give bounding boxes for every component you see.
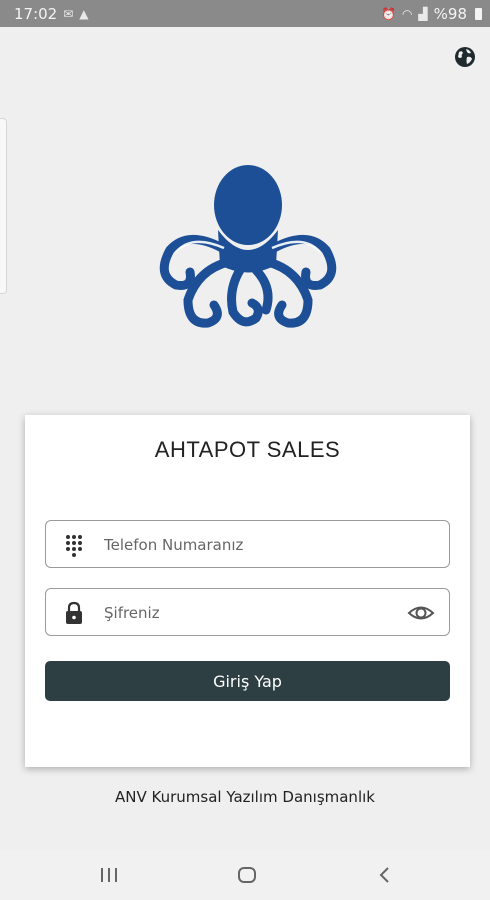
signal-icon: ▟ — [418, 6, 428, 21]
login-button[interactable]: Giriş Yap — [45, 661, 450, 701]
app-title: AHTAPOT SALES — [154, 437, 341, 462]
alarm-icon: ⏰ — [380, 6, 396, 21]
language-button[interactable] — [452, 44, 478, 70]
notification-icon: ▲ — [79, 6, 89, 21]
company-name: ANV Kurumsal Yazılım Danışmanlık — [115, 788, 375, 806]
navigation-bar — [0, 850, 490, 900]
edge-panel-handle[interactable] — [0, 118, 7, 294]
password-input[interactable] — [102, 589, 406, 637]
lock-icon — [66, 601, 82, 624]
status-time: 17:02 — [14, 4, 58, 23]
battery-percent: %98 — [433, 4, 467, 23]
wifi-icon: ◠ — [401, 6, 413, 21]
battery-icon — [475, 7, 482, 20]
login-card: AHTAPOT SALES Giriş Yap — [25, 415, 470, 767]
phone-input[interactable] — [102, 521, 406, 569]
phone-field[interactable] — [45, 520, 450, 569]
password-field[interactable] — [45, 588, 450, 637]
status-bar: 17:02 ✉ ▲ ⏰ ◠ ▟ %98 — [0, 0, 490, 27]
message-icon: ✉ — [63, 6, 74, 21]
home-button[interactable] — [234, 862, 260, 888]
recent-apps-button[interactable] — [96, 862, 122, 888]
home-icon — [238, 867, 256, 883]
eye-icon[interactable] — [407, 601, 435, 625]
back-button[interactable] — [372, 862, 398, 888]
globe-icon — [455, 47, 475, 67]
octopus-logo — [159, 165, 337, 328]
dialpad-icon — [66, 535, 82, 557]
back-icon — [379, 867, 389, 883]
recent-apps-icon — [101, 868, 117, 882]
